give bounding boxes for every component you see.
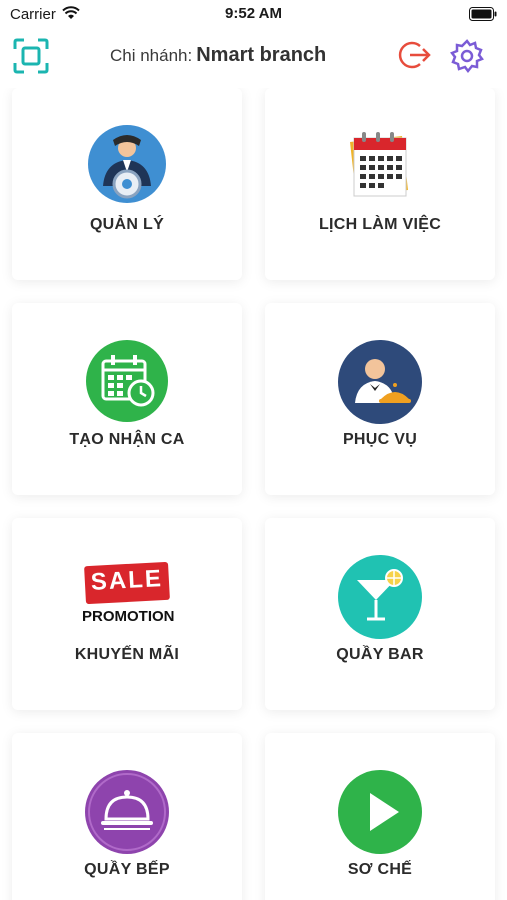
manager-icon <box>88 125 166 203</box>
menu-card-phuc-vu[interactable]: PHỤC VỤ <box>265 303 495 495</box>
menu-card-lich-lam-viec[interactable]: LỊCH LÀM VIỆC <box>265 88 495 280</box>
menu-card-label: KHUYẾN MÃI <box>74 646 180 663</box>
promotion-text: PROMOTION <box>82 608 175 625</box>
sale-tags: SALE <box>82 561 172 605</box>
menu-card-quan-ly[interactable]: QUẢN LÝ <box>12 88 242 280</box>
calendar-icon <box>350 132 408 197</box>
menu-card-khuyen-mai[interactable]: SALE PROMOTION KHUYẾN MÃI <box>12 518 242 710</box>
clock: 9:52 AM <box>225 5 282 22</box>
menu-card-so-che[interactable]: SƠ CHẾ <box>265 733 495 900</box>
menu-card-label: QUẦY BAR <box>336 646 424 663</box>
scan-icon[interactable] <box>13 38 49 74</box>
menu-card-label: LỊCH LÀM VIỆC <box>318 216 442 233</box>
status-bar: Carrier 9:52 AM <box>0 0 507 28</box>
header: Chi nhánh: Nmart branch <box>0 28 507 88</box>
menu-card-label: TẠO NHẬN CA <box>69 431 185 448</box>
sale-promotion-icon: SALE PROMOTION <box>82 554 175 638</box>
branch-label: Chi nhánh: <box>110 46 193 65</box>
menu-card-label: QUẦY BẾP <box>84 861 170 878</box>
logout-icon[interactable] <box>398 38 432 72</box>
branch-name: Nmart branch <box>196 44 327 66</box>
menu-card-label: SƠ CHẾ <box>347 861 413 878</box>
menu-card-label: QUẢN LÝ <box>89 216 165 233</box>
menu-card-quay-bep[interactable]: QUẦY BẾP <box>12 733 242 900</box>
cocktail-icon <box>338 555 422 639</box>
sale-tag-text: SALE <box>84 561 170 605</box>
menu-card-label: PHỤC VỤ <box>342 431 418 448</box>
settings-icon[interactable] <box>449 38 485 74</box>
menu-card-tao-nhan-ca[interactable]: TẠO NHẬN CA <box>12 303 242 495</box>
battery-icon <box>469 7 497 21</box>
menu-grid: QUẢN LÝ LỊCH LÀM VIỆC TẠO NHẬN CA PHỤC V… <box>0 88 507 900</box>
branch-info: Chi nhánh: Nmart branch <box>110 44 326 67</box>
service-bell-icon <box>85 770 169 854</box>
waiter-icon <box>338 340 422 424</box>
play-icon <box>338 770 422 854</box>
menu-card-quay-bar[interactable]: QUẦY BAR <box>265 518 495 710</box>
shift-calendar-icon <box>86 340 168 422</box>
